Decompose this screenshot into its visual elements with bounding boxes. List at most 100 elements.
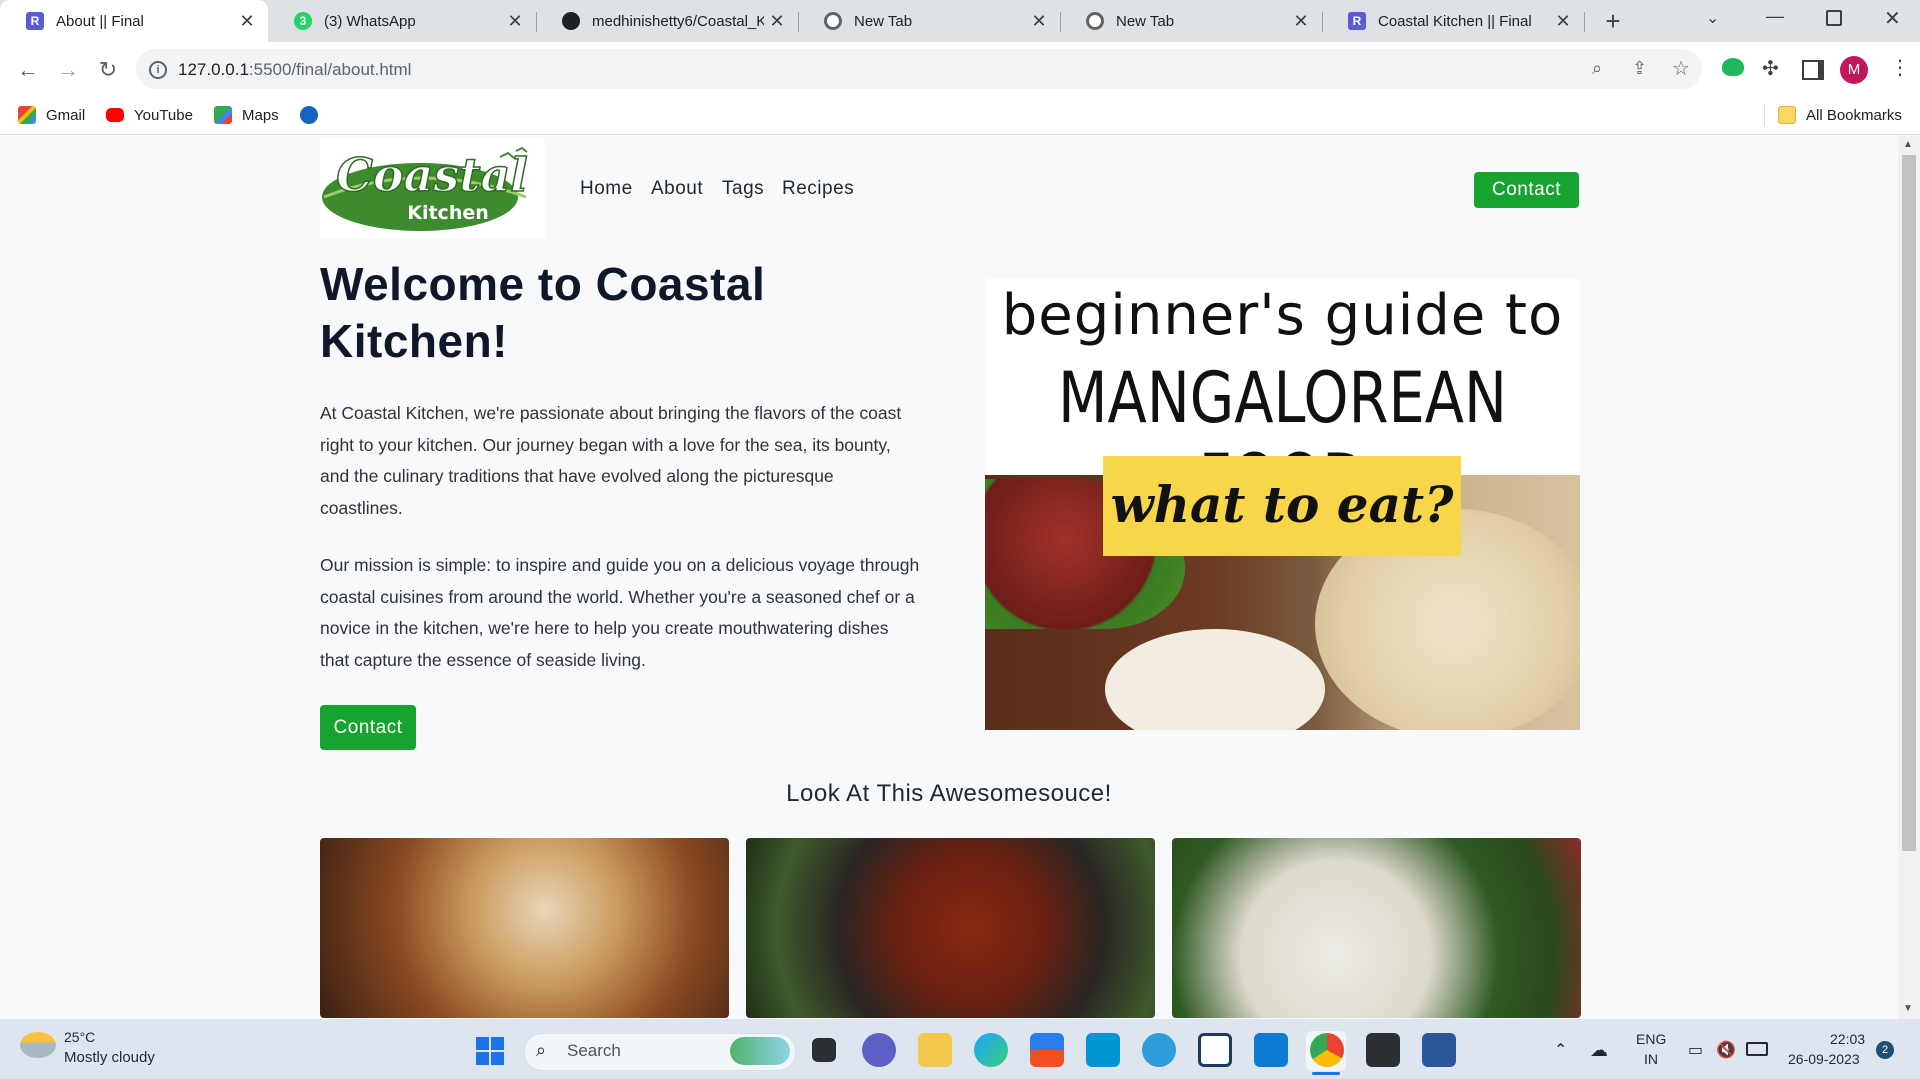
chrome-taskbar-icon[interactable] — [1310, 1033, 1344, 1067]
gmail-icon — [18, 106, 36, 124]
scroll-down-arrow-icon[interactable]: ▼ — [1903, 1003, 1913, 1014]
bookmark-unnamed[interactable] — [300, 102, 328, 128]
card-biryani-image[interactable] — [320, 838, 729, 1018]
close-tab-icon[interactable]: ✕ — [1026, 11, 1052, 32]
word-icon[interactable] — [1422, 1033, 1456, 1067]
tab-title: (3) WhatsApp — [324, 12, 416, 30]
search-highlight-icon — [730, 1037, 790, 1065]
logo-main-text: Coastal — [336, 148, 528, 202]
side-panel-icon[interactable] — [1802, 60, 1824, 80]
drive-triangle-icon — [300, 106, 318, 124]
image-text-line3: what to eat? — [1110, 475, 1454, 534]
reload-icon[interactable]: ↻ — [94, 56, 122, 84]
minimize-icon[interactable]: — — [1766, 6, 1784, 27]
clock-date[interactable]: 26-09-2023 — [1788, 1051, 1860, 1067]
replit-icon: R — [1348, 12, 1366, 30]
scrollbar-thumb[interactable] — [1902, 155, 1916, 851]
language-line1[interactable]: ENG — [1636, 1031, 1666, 1047]
file-explorer-icon[interactable] — [918, 1033, 952, 1067]
profile-avatar[interactable]: M — [1840, 56, 1868, 84]
menu-kebab-icon[interactable]: ⋮ — [1890, 55, 1910, 80]
tab-coastal-kitchen[interactable]: R Coastal Kitchen || Final ✕ — [1322, 0, 1584, 42]
nav-home[interactable]: Home — [580, 178, 633, 200]
tab-github[interactable]: medhinishetty6/Coastal_Kitc ✕ — [536, 0, 798, 42]
windows-start-icon[interactable] — [476, 1037, 504, 1065]
tab-title: New Tab — [854, 12, 913, 30]
new-tab-icon[interactable]: + — [1598, 6, 1628, 36]
bookmark-label: Gmail — [46, 106, 86, 124]
editor-app-icon[interactable] — [1198, 1033, 1232, 1067]
tab-title: About || Final — [56, 12, 144, 30]
close-tab-icon[interactable]: ✕ — [1550, 11, 1576, 32]
logo-leaf-graphic: Coastal Kitchen — [322, 146, 529, 231]
bookmarks-divider — [1764, 104, 1765, 126]
windows-taskbar — [0, 1019, 1920, 1079]
header-contact-button[interactable]: Contact — [1474, 172, 1579, 208]
chrome-icon — [824, 12, 842, 30]
weather-cloud-icon[interactable] — [20, 1032, 56, 1058]
volume-muted-icon[interactable]: 🔇 — [1716, 1040, 1736, 1060]
network-icon[interactable]: ▭ — [1688, 1040, 1703, 1060]
tab-separator — [1584, 12, 1585, 32]
close-tab-icon[interactable]: ✕ — [502, 11, 528, 32]
weather-desc[interactable]: Mostly cloudy — [64, 1049, 155, 1066]
tab-whatsapp[interactable]: 3 (3) WhatsApp ✕ — [268, 0, 536, 42]
nav-tags[interactable]: Tags — [722, 178, 764, 200]
tab-title: medhinishetty6/Coastal_Kitc — [592, 12, 764, 30]
card-chicken-curry-image[interactable] — [746, 838, 1155, 1018]
tab-title: Coastal Kitchen || Final — [1378, 12, 1532, 30]
edge-browser-icon[interactable] — [974, 1033, 1008, 1067]
site-info-icon[interactable]: i — [149, 61, 167, 79]
task-view-icon[interactable] — [812, 1038, 836, 1062]
all-bookmarks-label: All Bookmarks — [1806, 106, 1902, 124]
bookmark-youtube[interactable]: YouTube — [106, 102, 193, 128]
bookmark-gmail[interactable]: Gmail — [18, 102, 85, 128]
hero-title: Welcome to Coastal Kitchen! — [320, 258, 766, 367]
teams-chat-icon[interactable] — [862, 1033, 896, 1067]
all-bookmarks[interactable]: All Bookmarks — [1778, 102, 1902, 128]
terminal-icon[interactable] — [1366, 1033, 1400, 1067]
help-icon[interactable] — [1142, 1033, 1176, 1067]
whatsapp-icon: 3 — [294, 12, 312, 30]
section-title: Look At This Awesomesouce! — [786, 780, 1112, 807]
close-tab-icon[interactable]: ✕ — [1288, 11, 1314, 32]
clock-time[interactable]: 22:03 — [1830, 1031, 1865, 1047]
onedrive-cloud-icon[interactable]: ☁ — [1590, 1040, 1608, 1061]
myhp-icon[interactable] — [1086, 1033, 1120, 1067]
show-hidden-icons-chevron-icon[interactable]: ⌃ — [1554, 1040, 1567, 1060]
taskbar-search-placeholder: Search — [567, 1041, 621, 1060]
microsoft-store-icon[interactable] — [1030, 1033, 1064, 1067]
close-tab-icon[interactable]: ✕ — [764, 11, 790, 32]
nav-recipes[interactable]: Recipes — [782, 178, 854, 200]
close-tab-icon[interactable]: ✕ — [234, 11, 260, 32]
tab-about-final[interactable]: R About || Final ✕ — [0, 0, 268, 42]
forward-icon[interactable]: → — [54, 56, 82, 84]
url-text[interactable]: 127.0.0.1:5500/final/about.html — [178, 60, 411, 80]
weather-temp[interactable]: 25°C — [64, 1029, 95, 1045]
extension-eye-icon[interactable] — [1722, 58, 1744, 76]
about-paragraph-2: Our mission is simple: to inspire and gu… — [320, 555, 920, 670]
battery-icon[interactable] — [1746, 1042, 1768, 1056]
share-icon[interactable]: ⇪ — [1632, 58, 1647, 79]
tab-new-tab-2[interactable]: New Tab ✕ — [1060, 0, 1322, 42]
scroll-up-arrow-icon[interactable]: ▲ — [1903, 139, 1913, 150]
card-neer-dosa-image[interactable] — [1172, 838, 1581, 1018]
site-logo[interactable]: Coastal Kitchen — [320, 139, 545, 239]
tab-new-tab-1[interactable]: New Tab ✕ — [798, 0, 1060, 42]
tab-search-chevron-icon[interactable]: ⌄ — [1706, 8, 1719, 28]
bookmark-label: Maps — [242, 106, 279, 124]
zoom-icon[interactable]: ⌕ — [1592, 58, 1602, 79]
notification-count-badge[interactable]: 2 — [1876, 1041, 1894, 1059]
nav-about[interactable]: About — [651, 178, 703, 200]
close-window-icon[interactable]: ✕ — [1884, 6, 1901, 31]
hero-contact-button[interactable]: Contact — [320, 705, 416, 750]
back-icon[interactable]: ← — [14, 56, 42, 84]
image-text-line1: beginner's guide to — [1001, 283, 1564, 348]
vscode-icon[interactable] — [1254, 1033, 1288, 1067]
bookmark-star-icon[interactable]: ☆ — [1672, 56, 1690, 81]
extensions-puzzle-icon[interactable]: ✣ — [1762, 56, 1779, 81]
replit-icon: R — [26, 12, 44, 30]
bookmark-maps[interactable]: Maps — [214, 102, 279, 128]
restore-icon[interactable] — [1826, 10, 1842, 26]
language-line2[interactable]: IN — [1644, 1051, 1658, 1067]
